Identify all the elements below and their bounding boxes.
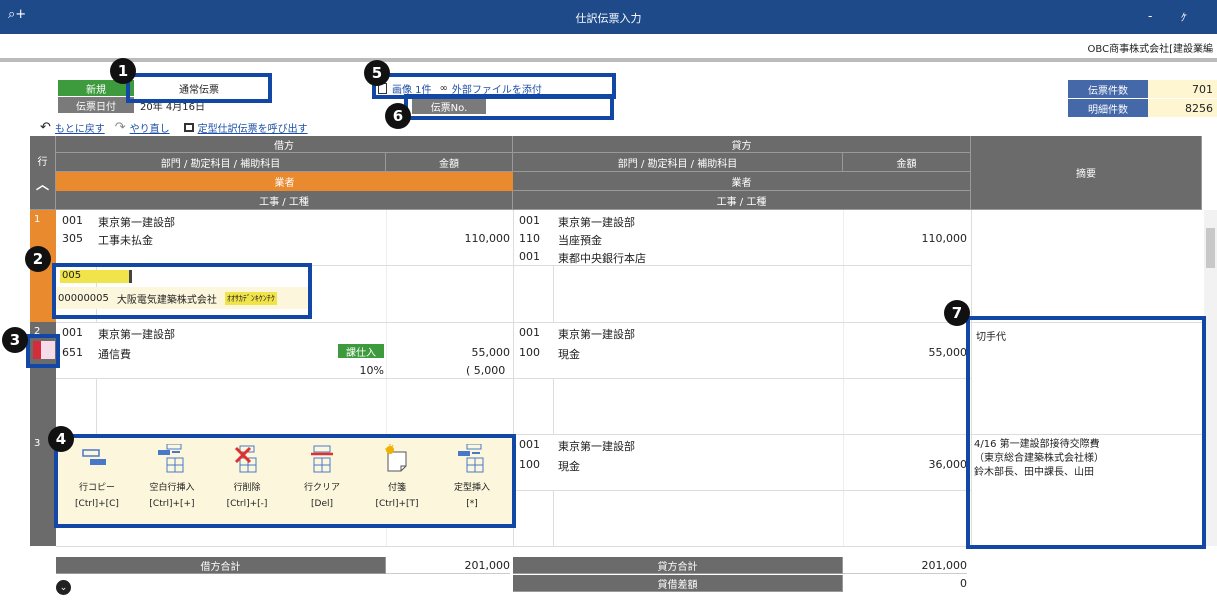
credit-sub-name: 東都中央銀行本店 [558,252,646,265]
credit-account-name: 現金 [558,460,580,473]
debit-amount[interactable]: 110,000 [386,232,511,245]
tax-badge: 課仕入 [338,344,384,359]
credit-amount[interactable]: 110,000 [843,232,968,245]
credit-dept-name: 東京第一建設部 [558,216,635,229]
redo-link[interactable]: やり直し [130,120,170,135]
callout-frame-7 [966,316,1206,549]
row-3-gutter[interactable]: 3 [30,434,56,546]
chevron-up-icon[interactable]: ︿ [36,174,49,193]
callout-badge-1: 1 [110,58,136,84]
redo-icon: ↷ [114,119,126,135]
debit-account-name: 工事未払金 [98,234,153,247]
debit-total-label: 借方合計 [56,557,386,574]
credit-dept-name: 東京第一建設部 [558,328,635,341]
row-header-label: 行 [37,156,48,168]
debit-account-code: 651 [62,346,83,359]
scrollbar-thumb[interactable] [1206,228,1215,268]
callout-frame-6 [404,94,614,120]
tax-rate: 10% [359,364,384,377]
callout-frame-4 [54,434,516,528]
restore-icon[interactable]: ｹ [1180,9,1186,25]
credit-account-code: 100 [519,458,540,471]
credit-dept-header: 部門 / 勘定科目 / 補助科目 [513,153,843,172]
voucher-count-label: 伝票件数 [1068,80,1148,98]
credit-account-name: 現金 [558,348,580,361]
detail-count-label: 明細件数 [1068,99,1148,117]
credit-amount[interactable]: 36,000 [843,458,968,471]
credit-total-value: 201,000 [843,557,967,574]
credit-construction-header: 工事 / 工種 [513,191,971,210]
debit-vendor-header: 業者 [56,172,513,191]
debit-total-value: 201,000 [386,557,510,574]
credit-amount[interactable]: 55,000 [843,346,968,359]
tax-amount: ( 5,000 [466,364,506,377]
debit-account-code: 305 [62,232,83,245]
debit-dept-name: 東京第一建設部 [98,216,175,229]
credit-account-code: 100 [519,346,540,359]
callout-frame-3 [26,334,60,368]
credit-account-name: 当座預金 [558,234,602,247]
callout-badge-5: 5 [364,60,390,86]
callout-badge-3: 3 [2,327,28,353]
callout-badge-7: 7 [944,300,970,326]
callout-badge-4: 4 [48,426,74,452]
company-name: OBC商事株式会社[建設業編 [1087,44,1213,55]
credit-account-code: 110 [519,232,540,245]
title-bar: ⌕+ 仕訳伝票入力 ‐ ｹ [0,0,1217,34]
credit-vendor-header: 業者 [513,172,971,191]
credit-sub-code: 001 [519,250,540,263]
credit-dept-code: 001 [519,214,540,227]
difference-value: 0 [843,575,967,592]
credit-total-label: 貸方合計 [513,557,843,574]
debit-construction-header: 工事 / 工種 [56,191,513,210]
minimize-icon[interactable]: ‐ [1148,9,1152,23]
debit-header: 借方 [56,136,513,153]
debit-amount[interactable]: 55,000 [386,346,511,359]
chevron-down-icon[interactable]: ⌄ [56,580,71,595]
debit-dept-code: 001 [62,326,83,339]
row-header: 行 ︿ [30,136,56,210]
debit-dept-header: 部門 / 勘定科目 / 補助科目 [56,153,386,172]
voucher-count-value: 701 [1148,80,1217,98]
window-title: 仕訳伝票入力 [575,12,642,25]
undo-link[interactable]: もとに戻す [55,120,105,135]
credit-amount-header: 金額 [843,153,971,172]
difference-label: 貸借差額 [513,575,843,592]
callout-frame-1 [126,73,272,103]
credit-header: 貸方 [513,136,971,153]
credit-dept-name: 東京第一建設部 [558,440,635,453]
debit-dept-code: 001 [62,214,83,227]
template-icon [183,122,194,132]
date-label: 伝票日付 [58,97,134,113]
row-number: 1 [34,214,41,225]
debit-dept-name: 東京第一建設部 [98,328,175,341]
template-link[interactable]: 定型仕訳伝票を呼び出す [198,120,308,135]
undo-icon: ↶ [40,119,51,135]
detail-count-value: 8256 [1148,99,1217,117]
debit-amount-header: 金額 [386,153,513,172]
credit-dept-code: 001 [519,326,540,339]
callout-frame-2 [52,263,312,319]
row-number: 3 [34,438,41,449]
divider [0,58,1217,62]
credit-dept-code: 001 [519,438,540,451]
callout-badge-2: 2 [25,246,51,272]
summary-header: 摘要 [971,136,1202,210]
debit-account-name: 通信費 [98,348,131,361]
callout-badge-6: 6 [385,103,411,129]
